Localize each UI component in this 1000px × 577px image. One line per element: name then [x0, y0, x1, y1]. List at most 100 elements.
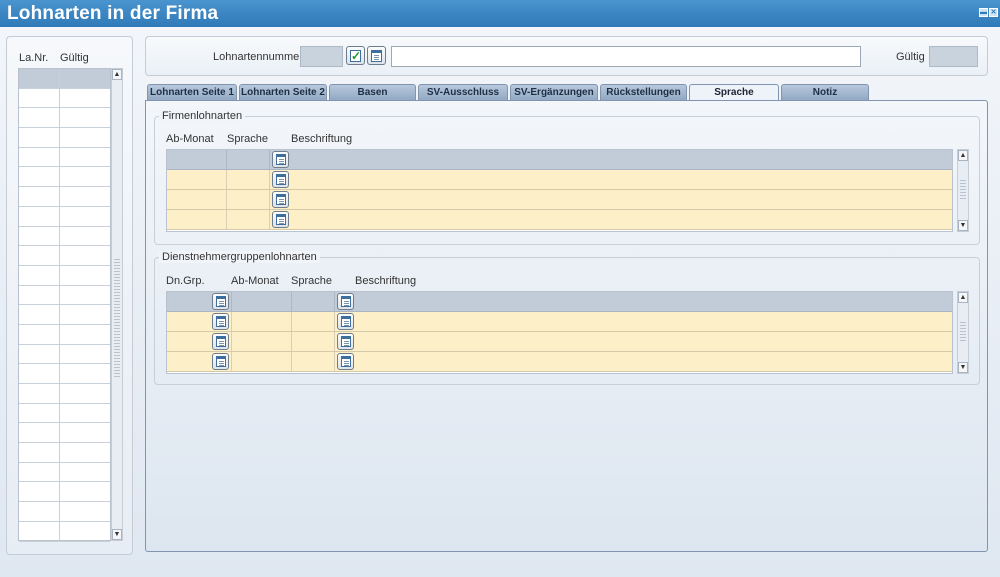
la-nr-cell[interactable] [19, 206, 60, 226]
gueltig-cell[interactable] [60, 108, 110, 127]
dn-grp-lookup-button[interactable] [212, 353, 229, 370]
minimize-icon[interactable]: ▬ [979, 8, 988, 17]
column-header-la-nr[interactable]: La.Nr. [19, 52, 48, 64]
list-item[interactable] [19, 521, 110, 542]
table-row[interactable] [167, 292, 952, 312]
list-item[interactable] [19, 285, 110, 306]
scroll-up-icon[interactable]: ▲ [112, 69, 122, 80]
la-nr-cell[interactable] [19, 128, 60, 147]
tab-basen[interactable]: Basen [329, 84, 416, 101]
list-item[interactable] [19, 305, 110, 325]
sprache-lookup-button[interactable] [337, 333, 354, 350]
gueltig-cell[interactable] [60, 89, 110, 108]
gueltig-cell[interactable] [60, 364, 110, 383]
list-item[interactable] [19, 108, 110, 129]
la-nr-cell[interactable] [19, 226, 60, 246]
scroll-up-icon[interactable]: ▲ [958, 292, 968, 303]
gueltig-cell[interactable] [60, 148, 110, 167]
confirm-button[interactable]: ✓ [346, 46, 365, 65]
gueltig-cell[interactable] [60, 423, 110, 442]
scroll-down-icon[interactable]: ▼ [112, 529, 122, 540]
gueltig-cell[interactable] [60, 404, 110, 423]
list-item[interactable] [19, 384, 110, 404]
lohnart-description-field[interactable] [391, 46, 861, 67]
list-item[interactable] [19, 226, 110, 247]
la-nr-cell[interactable] [19, 108, 60, 128]
dienstnehmergruppenlohnarten-scrollbar[interactable]: ▲ ▼ [957, 291, 969, 374]
table-row[interactable] [167, 170, 952, 190]
list-item[interactable] [19, 147, 110, 168]
table-row[interactable] [167, 352, 952, 372]
la-nr-cell[interactable] [19, 443, 60, 462]
sprache-lookup-button[interactable] [272, 211, 289, 228]
tab-sv-ausschluss[interactable]: SV-Ausschluss [418, 84, 508, 101]
la-nr-cell[interactable] [19, 285, 60, 305]
table-row[interactable] [167, 210, 952, 230]
la-nr-cell[interactable] [19, 305, 60, 324]
lookup-button[interactable] [367, 46, 386, 65]
sprache-lookup-button[interactable] [272, 151, 289, 168]
la-nr-cell[interactable] [19, 88, 60, 108]
la-nr-cell[interactable] [19, 462, 60, 482]
sprache-lookup-button[interactable] [337, 353, 354, 370]
close-icon[interactable]: ✕ [989, 8, 998, 17]
list-item[interactable] [19, 206, 110, 227]
list-item[interactable] [19, 246, 110, 266]
la-nr-cell[interactable] [19, 364, 60, 383]
la-nr-cell[interactable] [19, 265, 60, 285]
dn-grp-lookup-button[interactable] [212, 293, 229, 310]
gueltig-cell[interactable] [60, 266, 110, 285]
tab-lohnarten-seite-2[interactable]: Lohnarten Seite 2 [239, 84, 327, 101]
column-header-gueltig[interactable]: Gültig [60, 52, 89, 64]
list-item[interactable] [19, 462, 110, 483]
scroll-thumb[interactable] [114, 259, 120, 379]
sprache-lookup-button[interactable] [337, 293, 354, 310]
table-row[interactable] [167, 332, 952, 352]
scroll-down-icon[interactable]: ▼ [958, 362, 968, 373]
scroll-down-icon[interactable]: ▼ [958, 220, 968, 231]
tab-notiz[interactable]: Notiz [781, 84, 869, 101]
gueltig-cell[interactable] [60, 128, 110, 147]
la-nr-cell[interactable] [19, 403, 60, 423]
list-scrollbar[interactable]: ▲ ▼ [111, 68, 123, 541]
la-nr-cell[interactable] [19, 502, 60, 521]
la-nr-cell[interactable] [19, 246, 60, 265]
lohnartennummer-field[interactable] [300, 46, 343, 67]
firmenlohnarten-scrollbar[interactable]: ▲ ▼ [957, 149, 969, 232]
table-row[interactable] [167, 190, 952, 210]
gueltig-cell[interactable] [60, 286, 110, 305]
gueltig-cell[interactable] [60, 522, 110, 541]
gueltig-cell[interactable] [60, 305, 110, 324]
list-item[interactable] [19, 265, 110, 286]
list-item[interactable] [19, 364, 110, 384]
la-nr-cell[interactable] [19, 423, 60, 443]
lohnarten-list[interactable] [18, 68, 111, 542]
tab-rueckstellungen[interactable]: Rückstellungen [600, 84, 687, 101]
gueltig-cell[interactable] [60, 384, 110, 403]
list-item[interactable] [19, 88, 110, 109]
gueltig-cell[interactable] [60, 167, 110, 186]
gueltig-cell[interactable] [60, 443, 110, 462]
la-nr-cell[interactable] [19, 187, 60, 206]
list-item[interactable] [19, 128, 110, 148]
tab-sv-ergaenzungen[interactable]: SV-Ergänzungen [510, 84, 598, 101]
la-nr-cell[interactable] [19, 147, 60, 167]
gueltig-cell[interactable] [60, 69, 110, 88]
list-item[interactable] [19, 167, 110, 188]
list-item[interactable] [19, 423, 110, 444]
la-nr-cell[interactable] [19, 482, 60, 502]
list-item[interactable] [19, 69, 110, 89]
scroll-thumb[interactable] [960, 180, 966, 200]
gueltig-cell[interactable] [60, 246, 110, 265]
dn-grp-lookup-button[interactable] [212, 333, 229, 350]
scroll-thumb[interactable] [960, 322, 966, 342]
table-row[interactable] [167, 150, 952, 170]
gueltig-cell[interactable] [60, 345, 110, 364]
gueltig-cell[interactable] [60, 502, 110, 521]
sprache-lookup-button[interactable] [272, 191, 289, 208]
sprache-lookup-button[interactable] [337, 313, 354, 330]
sprache-lookup-button[interactable] [272, 171, 289, 188]
la-nr-cell[interactable] [19, 324, 60, 344]
la-nr-cell[interactable] [19, 384, 60, 403]
la-nr-cell[interactable] [19, 521, 60, 541]
